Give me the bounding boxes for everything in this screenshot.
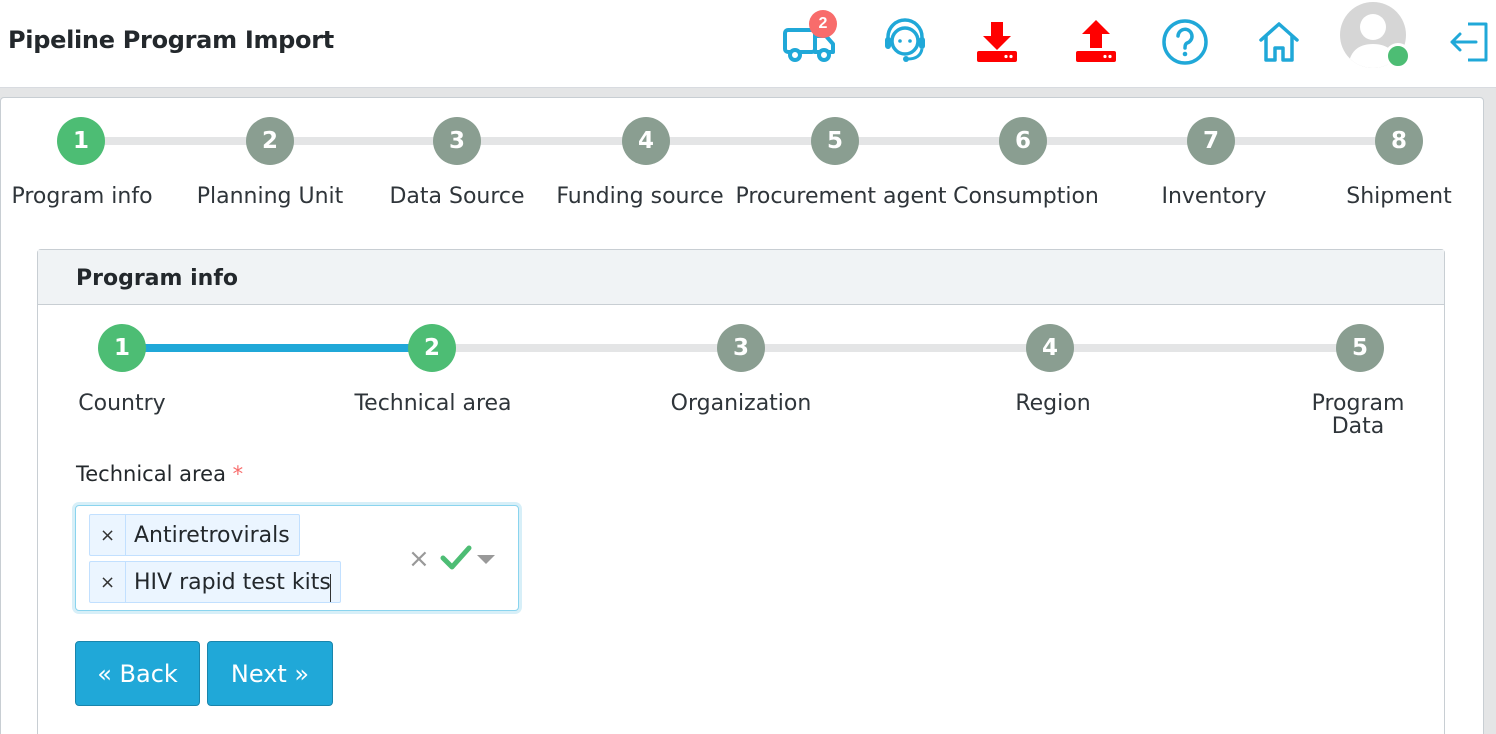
sub-step-label-3: Organization [670,391,812,416]
back-button[interactable]: « Back [75,641,200,706]
chip-remove-icon[interactable]: × [90,515,126,555]
program-info-card-header: Program info [38,250,1444,305]
download-icon[interactable] [969,14,1025,70]
selected-chip-antiretrovirals: × Antiretrovirals [89,514,300,556]
sub-step-label-2: Technical area [354,391,512,416]
sub-step-label-5: Program Data [1298,392,1418,438]
main-step-2[interactable]: 2 [246,117,294,165]
main-step-label-3: Data Source [389,184,525,209]
sub-step-1[interactable]: 1 [98,324,146,372]
help-icon[interactable] [1157,14,1213,70]
next-button[interactable]: Next » [207,641,333,706]
chip-label: HIV rapid test kits [134,569,331,595]
program-info-title: Program info [76,266,239,291]
sub-step-label-5-line2: Data [1331,414,1385,439]
technical-area-label: Technical area * [76,462,243,486]
support-agent-icon[interactable] [877,14,933,70]
selected-chip-hiv-rapid-test-kits: × HIV rapid test kits [89,561,341,603]
sub-step-5[interactable]: 5 [1336,324,1384,372]
main-step-label-5: Procurement agent [735,184,947,209]
required-marker: * [232,462,244,486]
main-step-label-6: Consumption [953,184,1099,209]
logout-icon[interactable] [1440,14,1496,70]
main-step-label-4: Funding source [556,184,724,209]
sub-step-2[interactable]: 2 [408,324,456,372]
main-step-6[interactable]: 6 [999,117,1047,165]
technical-area-multiselect[interactable]: × Antiretrovirals × HIV rapid test kits … [75,505,519,611]
main-step-8[interactable]: 8 [1375,117,1423,165]
sub-step-3[interactable]: 3 [717,324,765,372]
shipment-count-badge: 2 [809,10,837,38]
chip-remove-icon[interactable]: × [90,562,126,602]
upload-icon[interactable] [1068,14,1124,70]
main-step-5[interactable]: 5 [811,117,859,165]
main-step-1[interactable]: 1 [57,117,105,165]
main-step-4[interactable]: 4 [622,117,670,165]
main-step-label-8: Shipment [1346,184,1452,209]
chip-label: Antiretrovirals [134,522,290,548]
app-header: Pipeline Program Import 2 [0,0,1496,88]
home-icon[interactable] [1251,14,1307,70]
online-status-dot [1385,43,1411,69]
technical-area-label-text: Technical area [76,462,226,486]
sub-step-label-5-line1: Program [1311,391,1405,416]
text-cursor [330,574,331,602]
page-title: Pipeline Program Import [8,26,334,54]
sub-step-4[interactable]: 4 [1026,324,1074,372]
main-step-3[interactable]: 3 [433,117,481,165]
main-step-label-1: Program info [11,184,153,209]
sub-step-label-4: Region [1015,391,1091,416]
dropdown-arrow-icon[interactable] [477,555,495,564]
main-step-label-7: Inventory [1161,184,1267,209]
main-step-7[interactable]: 7 [1187,117,1235,165]
valid-check-icon [440,543,472,578]
main-step-label-2: Planning Unit [196,184,344,209]
sub-stepper-progress [122,344,432,352]
clear-selection-icon[interactable]: × [408,544,430,574]
sub-step-label-1: Country [78,391,166,416]
